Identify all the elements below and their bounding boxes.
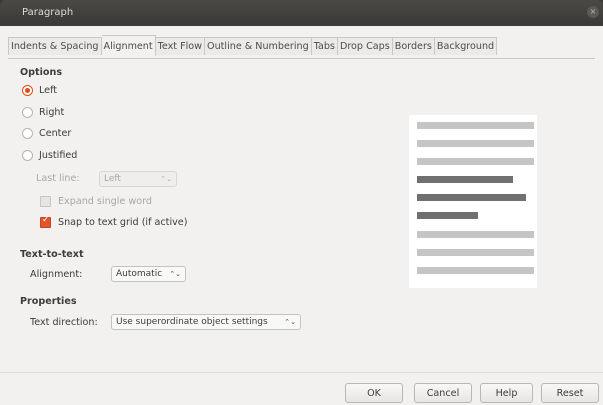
alignment-select[interactable]: Automatic ⌃⌄	[111, 266, 186, 282]
preview-line	[417, 267, 534, 274]
radio-center-label: Center	[39, 128, 72, 139]
window-title: Paragraph	[22, 7, 74, 18]
preview-line	[417, 122, 534, 129]
radio-left-label: Left	[39, 85, 58, 96]
snap-to-grid-option[interactable]: Snap to text grid (if active)	[40, 215, 188, 228]
radio-right[interactable]: Right	[22, 107, 64, 118]
tab-indents-spacing[interactable]: Indents & Spacing	[8, 37, 102, 55]
properties-heading: Properties	[20, 296, 77, 307]
preview-line	[417, 249, 534, 256]
tab-outline-numbering[interactable]: Outline & Numbering	[205, 37, 312, 55]
spin-icon: ⌃⌄	[284, 318, 296, 326]
preview-line	[417, 140, 534, 147]
last-line-value: Left	[104, 174, 121, 184]
tab-bar: Indents & Spacing Alignment Text Flow Ou…	[8, 35, 498, 59]
radio-center[interactable]: Center	[22, 128, 71, 139]
expand-single-word-checkbox[interactable]	[40, 196, 51, 207]
alignment-label: Alignment:	[30, 269, 83, 280]
radio-right-label: Right	[39, 107, 65, 118]
text-to-text-heading: Text-to-text	[20, 249, 84, 260]
alignment-preview	[409, 115, 537, 288]
last-line-select[interactable]: Left ⌃⌄	[99, 171, 177, 187]
radio-left-button[interactable]	[22, 85, 33, 96]
text-direction-value: Use superordinate object settings	[116, 317, 268, 327]
tab-text-flow[interactable]: Text Flow	[155, 37, 206, 55]
ok-button[interactable]: OK	[345, 383, 403, 403]
spin-icon: ⌃⌄	[169, 270, 181, 278]
tab-tabs[interactable]: Tabs	[311, 37, 338, 55]
cancel-button[interactable]: Cancel	[414, 383, 472, 403]
snap-to-grid-label: Snap to text grid (if active)	[58, 217, 188, 228]
preview-line	[417, 231, 534, 238]
preview-line	[417, 158, 534, 165]
spin-icon: ⌃⌄	[160, 175, 172, 183]
last-line-label: Last line:	[36, 173, 80, 184]
radio-justified-label: Justified	[39, 150, 78, 161]
expand-single-word-option[interactable]: Expand single word	[40, 196, 152, 207]
preview-line-active	[417, 194, 526, 201]
text-direction-select[interactable]: Use superordinate object settings ⌃⌄	[111, 314, 301, 330]
close-icon[interactable]: ×	[587, 6, 599, 18]
tab-borders[interactable]: Borders	[392, 37, 435, 55]
alignment-panel: Options Left Right Center Justified Last…	[8, 58, 595, 369]
help-button[interactable]: Help	[480, 383, 533, 403]
preview-line-active	[417, 176, 513, 183]
tab-background[interactable]: Background	[434, 37, 498, 55]
preview-line-active	[417, 212, 478, 219]
radio-left[interactable]: Left	[22, 85, 57, 96]
snap-to-grid-checkbox[interactable]	[40, 215, 51, 228]
tab-drop-caps[interactable]: Drop Caps	[337, 37, 393, 55]
button-divider	[0, 372, 603, 373]
radio-right-button[interactable]	[22, 107, 33, 118]
expand-single-word-label: Expand single word	[58, 196, 152, 207]
radio-center-button[interactable]	[22, 128, 33, 139]
window-titlebar: Paragraph ×	[0, 0, 603, 26]
alignment-value: Automatic	[116, 269, 163, 279]
radio-justified-button[interactable]	[22, 150, 33, 161]
reset-button[interactable]: Reset	[541, 383, 599, 403]
options-heading: Options	[20, 67, 63, 78]
tab-alignment[interactable]: Alignment	[101, 35, 156, 56]
paragraph-dialog: Indents & Spacing Alignment Text Flow Ou…	[0, 26, 603, 405]
text-direction-label: Text direction:	[30, 317, 98, 328]
radio-justified[interactable]: Justified	[22, 150, 77, 161]
